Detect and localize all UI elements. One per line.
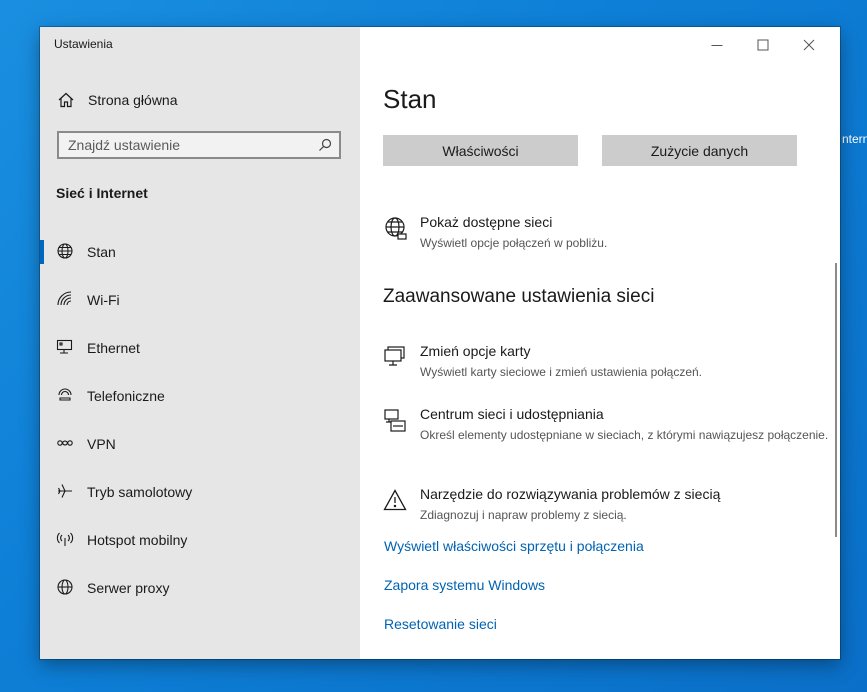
search-icon[interactable]: [317, 137, 333, 153]
desktop-edge-text: nternet: [842, 132, 867, 146]
sidebar-item-label: VPN: [87, 436, 116, 452]
home-label: Strona główna: [88, 92, 178, 108]
sidebar-item-label: Stan: [87, 244, 116, 260]
vpn-icon: [56, 434, 74, 452]
item-description: Zdiagnozuj i napraw problemy z siecią.: [420, 508, 627, 522]
sidebar-item-label: Tryb samolotowy: [87, 484, 193, 500]
settings-window: Ustawienia Strona główna Sieć i Internet: [40, 27, 840, 659]
item-title: Narzędzie do rozwiązywania problemów z s…: [420, 486, 721, 502]
item-title: Centrum sieci i udostępniania: [420, 406, 604, 422]
item-description: Wyświetl karty sieciowe i zmień ustawien…: [420, 365, 702, 379]
data-usage-button[interactable]: Zużycie danych: [602, 135, 797, 166]
wifi-icon: [56, 290, 74, 308]
content-pane: Stan Właściwości Zużycie danych Pokaż do…: [360, 27, 840, 659]
minimize-button[interactable]: [694, 31, 740, 59]
warning-icon: [383, 488, 409, 514]
sidebar-item-serwer-proxy[interactable]: Serwer proxy: [40, 564, 360, 612]
item-description: Wyświetl opcje połączeń w pobliżu.: [420, 236, 608, 250]
home-link[interactable]: Strona główna: [40, 85, 360, 115]
sidebar: Ustawienia Strona główna Sieć i Internet: [40, 27, 360, 659]
ethernet-icon: [56, 338, 74, 356]
network-reset-link[interactable]: Resetowanie sieci: [384, 616, 497, 632]
item-title: Zmień opcje karty: [420, 343, 531, 359]
active-indicator: [40, 240, 44, 264]
sidebar-item-label: Ethernet: [87, 340, 140, 356]
sharing-center-icon: [383, 408, 409, 434]
sidebar-item-ethernet[interactable]: Ethernet: [40, 324, 360, 372]
sidebar-item-vpn[interactable]: VPN: [40, 420, 360, 468]
minimize-icon: [711, 45, 723, 46]
sidebar-item-tryb-samolotowy[interactable]: Tryb samolotowy: [40, 468, 360, 516]
airplane-icon: [56, 482, 74, 500]
network-adapter-icon: [383, 345, 409, 371]
globe-icon: [56, 578, 74, 596]
maximize-icon: [757, 39, 769, 51]
window-title: Ustawienia: [54, 37, 113, 51]
scrollbar[interactable]: [835, 263, 837, 537]
hotspot-icon: [56, 530, 74, 548]
sidebar-item-label: Wi-Fi: [87, 292, 120, 308]
properties-button[interactable]: Właściwości: [383, 135, 578, 166]
search-input[interactable]: [59, 133, 308, 157]
windows-firewall-link[interactable]: Zapora systemu Windows: [384, 577, 545, 593]
dialup-icon: [56, 386, 74, 404]
item-description: Określ elementy udostępniane w sieciach,…: [420, 428, 829, 442]
sidebar-item-telefoniczne[interactable]: Telefoniczne: [40, 372, 360, 420]
maximize-button[interactable]: [740, 31, 786, 59]
sidebar-item-label: Hotspot mobilny: [87, 532, 188, 548]
sidebar-nav: Stan Wi-Fi Ethernet Telefoniczne VPN Try…: [40, 228, 360, 612]
section-title: Sieć i Internet: [56, 185, 148, 201]
sidebar-item-label: Telefoniczne: [87, 388, 165, 404]
home-icon: [57, 91, 75, 109]
sidebar-item-stan[interactable]: Stan: [40, 228, 360, 276]
advanced-heading: Zaawansowane ustawienia sieci: [383, 286, 655, 307]
globe-network-icon: [383, 216, 409, 242]
sidebar-item-hotspot-mobilny[interactable]: Hotspot mobilny: [40, 516, 360, 564]
sidebar-item-label: Serwer proxy: [87, 580, 170, 596]
search-box: [57, 131, 341, 159]
close-icon: [803, 39, 815, 51]
close-button[interactable]: [786, 31, 832, 59]
sidebar-item-wifi[interactable]: Wi-Fi: [40, 276, 360, 324]
hardware-properties-link[interactable]: Wyświetl właściwości sprzętu i połączeni…: [384, 538, 644, 554]
page-title: Stan: [383, 84, 437, 114]
item-title: Pokaż dostępne sieci: [420, 214, 553, 230]
globe-status-icon: [56, 242, 74, 260]
